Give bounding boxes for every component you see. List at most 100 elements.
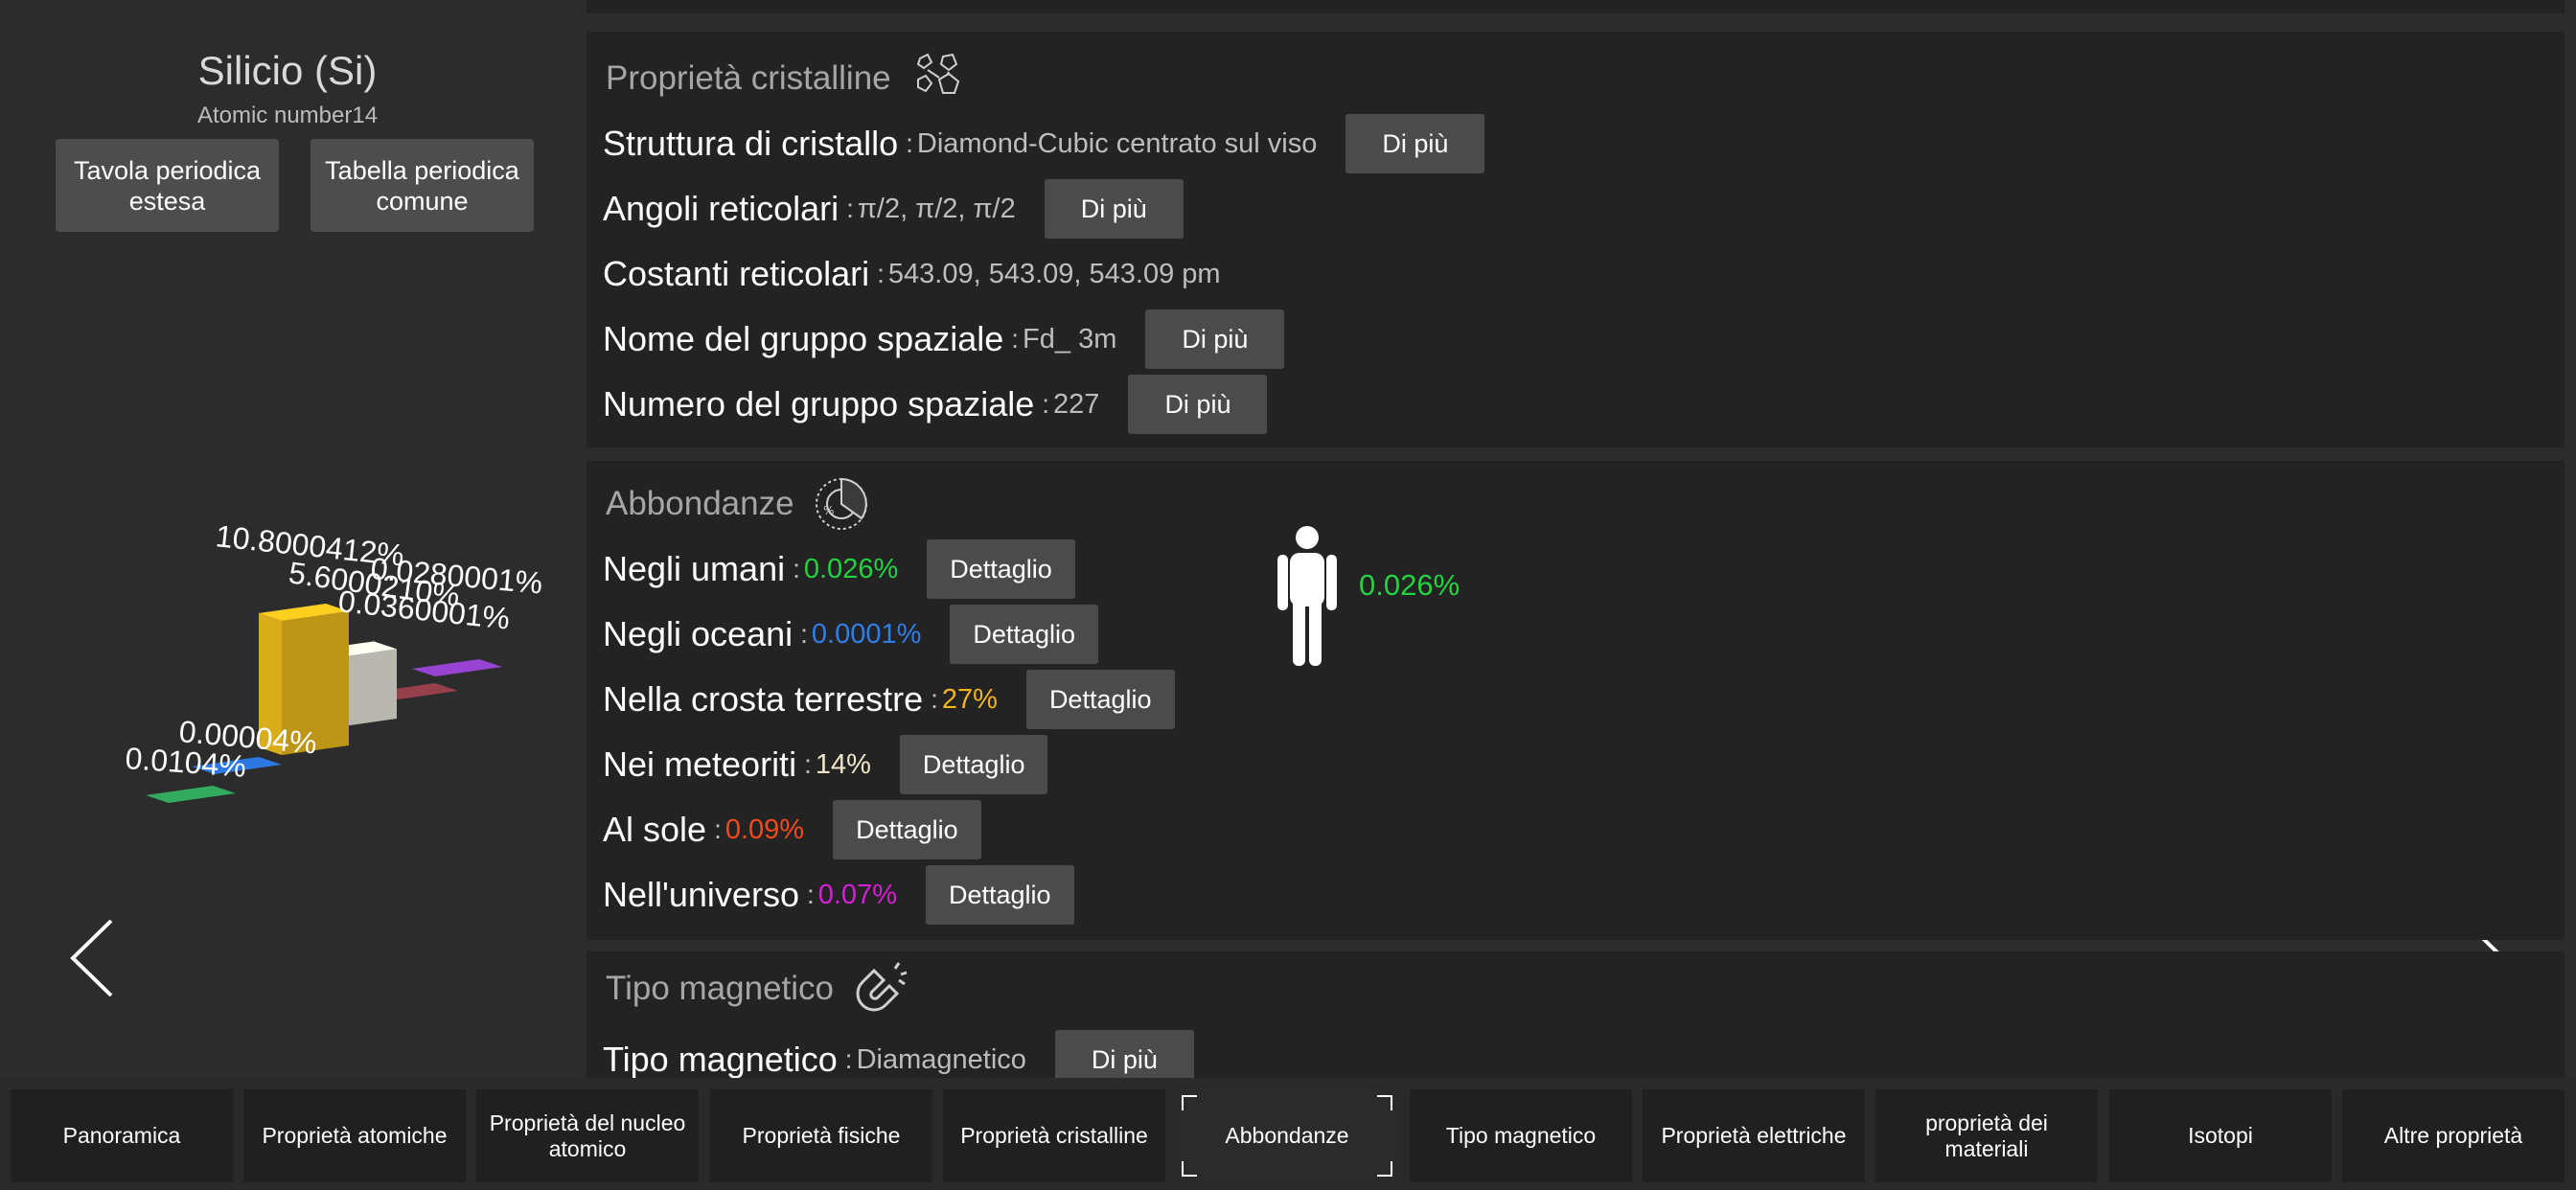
selection-corner [1182,1095,1197,1110]
space-group-name-value: Fd_ 3m [1023,323,1117,355]
crystal-section-title: Proprietà cristalline [606,59,891,97]
tab-crystal-properties[interactable]: Proprietà cristalline [943,1089,1165,1182]
space-group-name-label: Nome del gruppo spaziale [603,319,1004,358]
abundances-section: Abbondanze % Negli umani : 0.026% Dettag… [586,461,2564,940]
tab-nuclear-properties[interactable]: Proprietà del nucleo atomico [476,1089,699,1182]
tab-overview[interactable]: Panoramica [11,1089,233,1182]
tab-physical-properties[interactable]: Proprietà fisiche [710,1089,932,1182]
element-title: Silicio (Si) [0,48,575,94]
crystal-structure-label: Struttura di cristallo [603,124,899,163]
abundance-universe-row: Nell'universo : 0.07% Dettaglio [603,865,1074,925]
space-group-number-row: Numero del gruppo spaziale : 227 Di più [603,375,1268,434]
atomic-number-value: 14 [352,103,379,128]
separator: : [931,684,938,714]
separator: : [804,749,812,779]
pie-percent-icon: % [814,476,869,532]
common-periodic-table-button[interactable]: Tabella periodica comune [310,139,534,232]
abundance-meteorites-row: Nei meteoriti : 14% Dettaglio [603,735,1048,794]
abundance-section-header: Abbondanze % [606,470,869,538]
selection-corner [1182,1161,1197,1177]
lattice-angles-value: π/2, π/2, π/2 [857,193,1016,224]
element-symbol: (Si) [314,48,378,93]
magnetic-type-value: Diamagnetico [856,1043,1026,1075]
abundance-crust-value: 27% [941,683,998,715]
abundance-humans-label: Negli umani [603,549,786,588]
separator: : [793,554,800,584]
abundance-crust-label: Nella crosta terrestre [603,679,924,719]
tab-abundances[interactable]: Abbondanze [1176,1089,1398,1182]
abundance-universe-value: 0.07% [817,879,897,910]
separator: : [877,259,885,288]
separator: : [806,880,815,909]
magnetic-type-section: Tipo magnetico Tipo magnetico : Diamagne… [586,951,2564,1078]
separator: : [844,1044,853,1074]
svg-text:%: % [823,504,834,517]
crystal-icon [910,51,966,106]
crystal-structure-value: Diamond-Cubic centrato sul viso [916,127,1318,159]
space-group-name-more-button[interactable]: Di più [1145,309,1285,369]
lattice-angles-more-button[interactable]: Di più [1044,179,1184,239]
abundance-oceans-value: 0.0001% [811,618,922,650]
atomic-number-label: Atomic number [196,103,353,128]
magnetic-type-row: Tipo magnetico : Diamagnetico Di più [603,1030,1194,1078]
abundance-3d-bar-chart[interactable]: 0.0104% 0.00004% 10.8000412% 5.6000210% 0.03… [96,508,594,824]
abundance-sun-detail-button[interactable]: Dettaglio [833,800,981,859]
space-group-number-more-button[interactable]: Di più [1128,375,1268,434]
magnetic-type-label: Tipo magnetico [603,1040,838,1078]
human-abundance-value: 0.026% [1359,568,1460,602]
crystal-structure-more-button[interactable]: Di più [1346,114,1485,173]
lattice-angles-label: Angoli reticolari [603,189,840,228]
abundance-bar-5 [412,659,502,676]
separator: : [1042,389,1050,419]
abundance-oceans-row: Negli oceani : 0.0001% Dettaglio [603,605,1098,664]
magnetic-type-more-button[interactable]: Di più [1054,1030,1194,1078]
tab-magnetic-type[interactable]: Tipo magnetico [1410,1089,1632,1182]
magnet-icon [853,961,908,1017]
magnetic-section-title: Tipo magnetico [606,970,834,1007]
previous-arrow-icon[interactable] [65,915,123,1001]
abundance-bar-top-0 [146,786,236,803]
extended-periodic-table-button[interactable]: Tavola periodica estesa [56,139,279,232]
separator: : [800,619,808,649]
atomic-number-line: Atomic number14 [0,103,575,129]
abundance-meteorites-detail-button[interactable]: Dettaglio [899,735,1048,794]
tab-other-properties[interactable]: Altre proprietà [2342,1089,2564,1182]
crystal-section-header: Proprietà cristalline [606,45,966,112]
crystal-structure-row: Struttura di cristallo : Diamond-Cubic c… [603,114,1485,173]
abundance-humans-detail-button[interactable]: Dettaglio [927,539,1075,599]
space-group-name-row: Nome del gruppo spaziale : Fd_ 3m Di più [603,309,1285,369]
tab-atomic-properties[interactable]: Proprietà atomiche [243,1089,466,1182]
abundance-crust-detail-button[interactable]: Dettaglio [1025,670,1175,729]
abundance-oceans-label: Negli oceani [603,614,794,653]
lattice-constants-value: 543.09, 543.09, 543.09 pm [887,258,1221,289]
abundance-crust-row: Nella crosta terrestre : 27% Dettaglio [603,670,1175,729]
abundance-bar-top-5 [412,659,502,676]
separator: : [1011,324,1020,354]
abundance-oceans-detail-button[interactable]: Dettaglio [950,605,1098,664]
space-group-number-value: 227 [1053,388,1100,420]
abundance-humans-row: Negli umani : 0.026% Dettaglio [603,539,1075,599]
abundance-humans-value: 0.026% [803,553,899,584]
tab-electrical-properties[interactable]: Proprietà elettriche [1643,1089,1865,1182]
abundance-chart-svg: 0.0104%0.00004%10.8000412%5.6000210%0.03… [125,518,544,803]
separator: : [714,814,722,844]
abundance-sun-row: Al sole : 0.09% Dettaglio [603,800,981,859]
lattice-constants-label: Costanti reticolari [603,254,870,293]
lattice-constants-row: Costanti reticolari : 543.09, 543.09, 54… [603,244,1221,304]
bottom-tab-bar: Panoramica Proprietà atomiche Proprietà … [0,1078,2576,1190]
separator: : [906,128,913,158]
abundance-bar-0 [146,786,236,803]
tab-material-properties[interactable]: proprietà dei materiali [1875,1089,2098,1182]
abundance-universe-label: Nell'universo [603,875,799,914]
element-name: Silicio [197,48,304,93]
magnetic-section-header: Tipo magnetico [606,955,908,1022]
human-body-icon [1269,524,1346,668]
tab-abundances-label: Abbondanze [1225,1123,1349,1148]
tab-isotopes[interactable]: Isotopi [2109,1089,2332,1182]
crystal-properties-section: Proprietà cristalline Struttura di crist… [586,32,2564,447]
lattice-angles-row: Angoli reticolari : π/2, π/2, π/2 Di più [603,179,1184,239]
previous-section-card-edge [586,0,2564,13]
abundance-universe-detail-button[interactable]: Dettaglio [925,865,1074,925]
selection-corner [1377,1095,1392,1110]
space-group-number-label: Numero del gruppo spaziale [603,384,1035,423]
